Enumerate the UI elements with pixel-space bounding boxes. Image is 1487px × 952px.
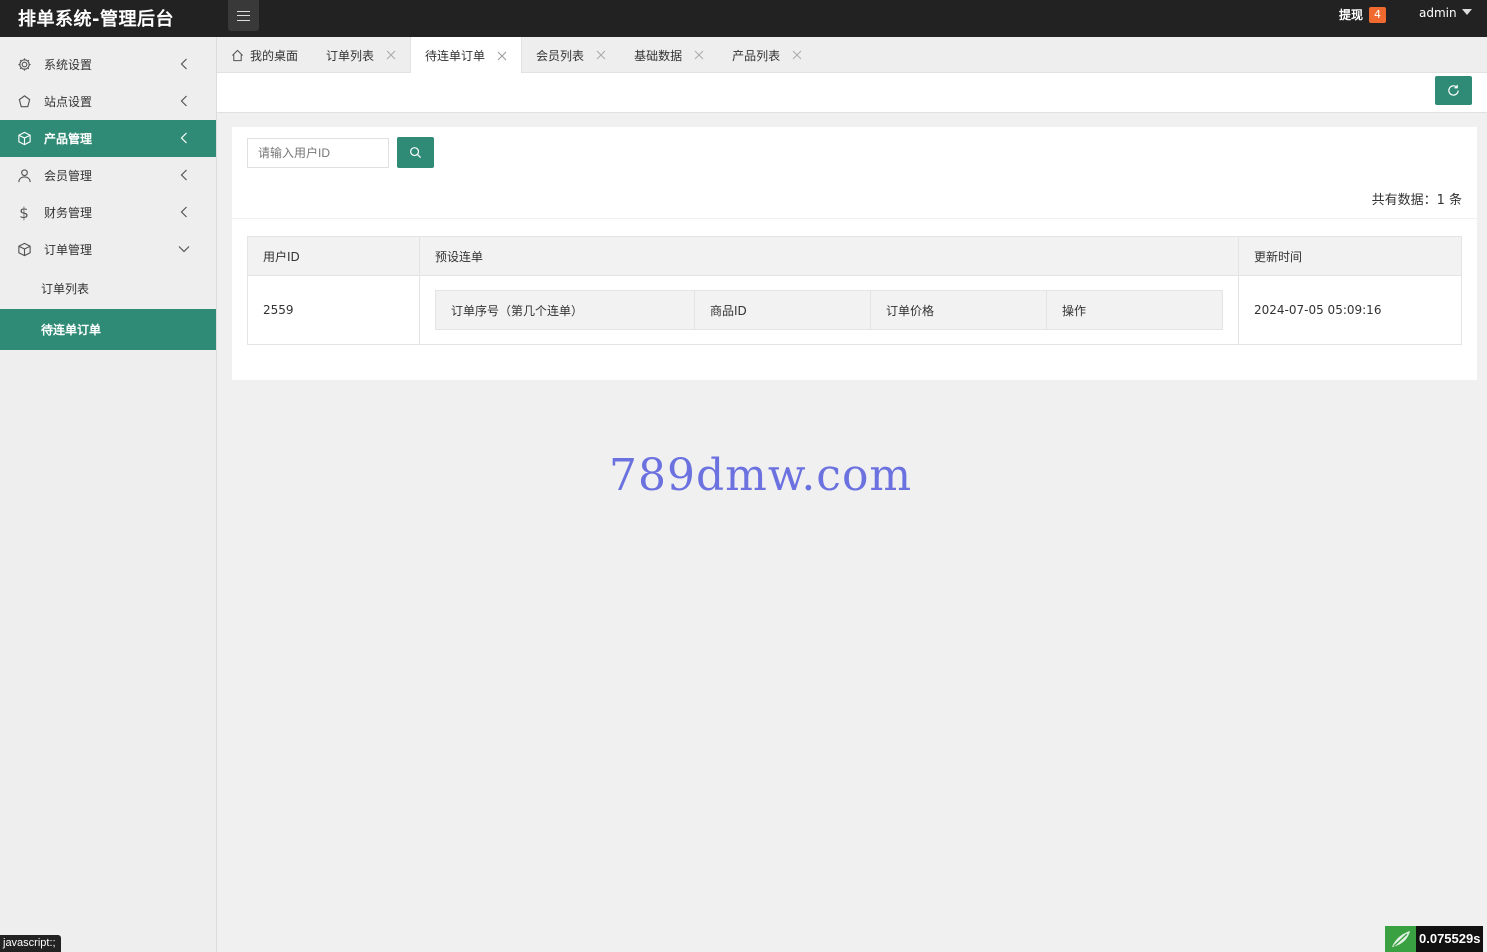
nested-header-order-price: 订单价格	[870, 290, 1047, 330]
nested-header-product-id: 商品ID	[694, 290, 871, 330]
leaf-icon	[1385, 926, 1416, 952]
close-icon[interactable]	[792, 50, 802, 60]
chevron-left-icon	[180, 206, 187, 218]
column-header-user-id: 用户ID	[247, 236, 420, 276]
withdraw-count-badge: 4	[1369, 6, 1387, 23]
tab-order-list[interactable]: 订单列表	[312, 37, 410, 73]
withdraw-label: 提现	[1339, 8, 1364, 22]
tab-member-list[interactable]: 会员列表	[522, 37, 620, 73]
divider	[232, 218, 1477, 219]
caret-down-icon	[1461, 9, 1472, 15]
sidebar: 系统设置 站点设置 产品管理 会员管理 $ 财务管理 订单管理 订单列表 待连单…	[0, 37, 217, 952]
sidebar-item-system-settings[interactable]: 系统设置	[0, 46, 216, 83]
tab-bar: 我的桌面 订单列表 待连单订单 会员列表 基础数据 产品列表	[217, 37, 1487, 74]
app-title: 排单系统-管理后台	[18, 9, 174, 30]
cell-preset-chain: 订单序号（第几个连单） 商品ID 订单价格 操作	[419, 275, 1239, 345]
nested-header-order-seq: 订单序号（第几个连单）	[435, 290, 695, 330]
refresh-icon	[1448, 84, 1459, 96]
refresh-button[interactable]	[1435, 76, 1472, 105]
sidebar-item-site-settings[interactable]: 站点设置	[0, 83, 216, 120]
watermark-text: 789dmw.com	[609, 450, 913, 501]
username: admin	[1419, 6, 1457, 20]
status-bar-link: javascript:;	[0, 935, 61, 952]
table-header-row: 用户ID 预设连单 更新时间	[247, 236, 1462, 276]
tab-product-list[interactable]: 产品列表	[718, 37, 816, 73]
tab-label: 我的桌面	[250, 48, 299, 63]
content-card: 共有数据：1 条 用户ID 预设连单 更新时间 2559 订单序号（第几个连单）…	[232, 127, 1477, 380]
sidebar-item-label: 产品管理	[44, 132, 93, 146]
close-icon[interactable]	[596, 50, 606, 60]
close-icon[interactable]	[694, 50, 704, 60]
tab-label: 基础数据	[634, 48, 683, 63]
chevron-left-icon	[180, 58, 187, 70]
user-menu[interactable]: admin	[1419, 6, 1472, 20]
column-header-preset-chain: 预设连单	[419, 236, 1239, 276]
tab-label: 产品列表	[732, 48, 781, 63]
sidebar-item-finance-management[interactable]: $ 财务管理	[0, 194, 216, 231]
dollar-icon: $	[19, 203, 29, 222]
tab-label: 待连单订单	[425, 49, 486, 63]
sidebar-item-order-management[interactable]: 订单管理	[0, 231, 216, 268]
cell-user-id: 2559	[247, 275, 420, 345]
chevron-down-icon	[178, 246, 190, 253]
timing-text: 0.075529s	[1416, 926, 1484, 952]
chevron-left-icon	[180, 169, 187, 181]
total-count: 共有数据：1 条	[1371, 193, 1462, 208]
sidebar-item-product-management[interactable]: 产品管理	[0, 120, 216, 157]
sidebar-item-label: 会员管理	[44, 169, 93, 183]
user-id-search-input[interactable]	[247, 138, 389, 168]
sidebar-item-label: 站点设置	[44, 95, 93, 109]
nested-header-action: 操作	[1046, 290, 1223, 330]
close-icon[interactable]	[497, 51, 507, 61]
sidebar-subitem-label: 待连单订单	[41, 323, 102, 337]
sidebar-item-member-management[interactable]: 会员管理	[0, 157, 216, 194]
search-button[interactable]	[397, 137, 434, 168]
home-icon	[232, 49, 243, 61]
chevron-left-icon	[180, 132, 187, 144]
sidebar-subitem-pending-chain-orders[interactable]: 待连单订单	[0, 309, 216, 350]
data-table: 用户ID 预设连单 更新时间 2559 订单序号（第几个连单） 商品ID 订单价…	[247, 236, 1462, 345]
tab-pending-chain-orders[interactable]: 待连单订单	[410, 37, 523, 74]
sidebar-item-label: 财务管理	[44, 206, 93, 220]
sidebar-subitem-order-list[interactable]: 订单列表	[0, 268, 216, 309]
nested-table-header-row: 订单序号（第几个连单） 商品ID 订单价格 操作	[435, 290, 1223, 330]
tab-label: 会员列表	[536, 48, 585, 63]
sidebar-item-label: 系统设置	[44, 58, 93, 72]
page-toolbar	[217, 73, 1487, 113]
tab-label: 订单列表	[326, 48, 375, 63]
list-icon	[237, 10, 250, 21]
chevron-left-icon	[180, 95, 187, 107]
menu-toggle-button[interactable]	[228, 0, 259, 31]
sidebar-subitem-label: 订单列表	[41, 282, 90, 296]
site-icon	[16, 94, 32, 110]
cell-updated: 2024-07-05 05:09:16	[1238, 275, 1462, 345]
withdraw-link[interactable]: 提现 4	[1339, 6, 1387, 23]
search-icon	[410, 147, 422, 159]
tab-my-desktop[interactable]: 我的桌面	[217, 37, 312, 73]
column-header-updated: 更新时间	[1238, 236, 1462, 276]
sidebar-item-label: 订单管理	[44, 243, 93, 257]
close-icon[interactable]	[386, 50, 396, 60]
nested-chain-table: 订单序号（第几个连单） 商品ID 订单价格 操作	[435, 290, 1223, 330]
top-header: 排单系统-管理后台 提现 4 admin	[0, 0, 1487, 37]
gear-icon	[16, 57, 32, 73]
table-row: 2559 订单序号（第几个连单） 商品ID 订单价格 操作 2024-07-05…	[247, 275, 1462, 345]
user-icon	[16, 168, 32, 184]
page-timing-badge: 0.075529s	[1385, 926, 1484, 952]
tab-basic-data[interactable]: 基础数据	[620, 37, 718, 73]
cube-icon	[16, 242, 32, 258]
cube-icon	[16, 131, 32, 147]
